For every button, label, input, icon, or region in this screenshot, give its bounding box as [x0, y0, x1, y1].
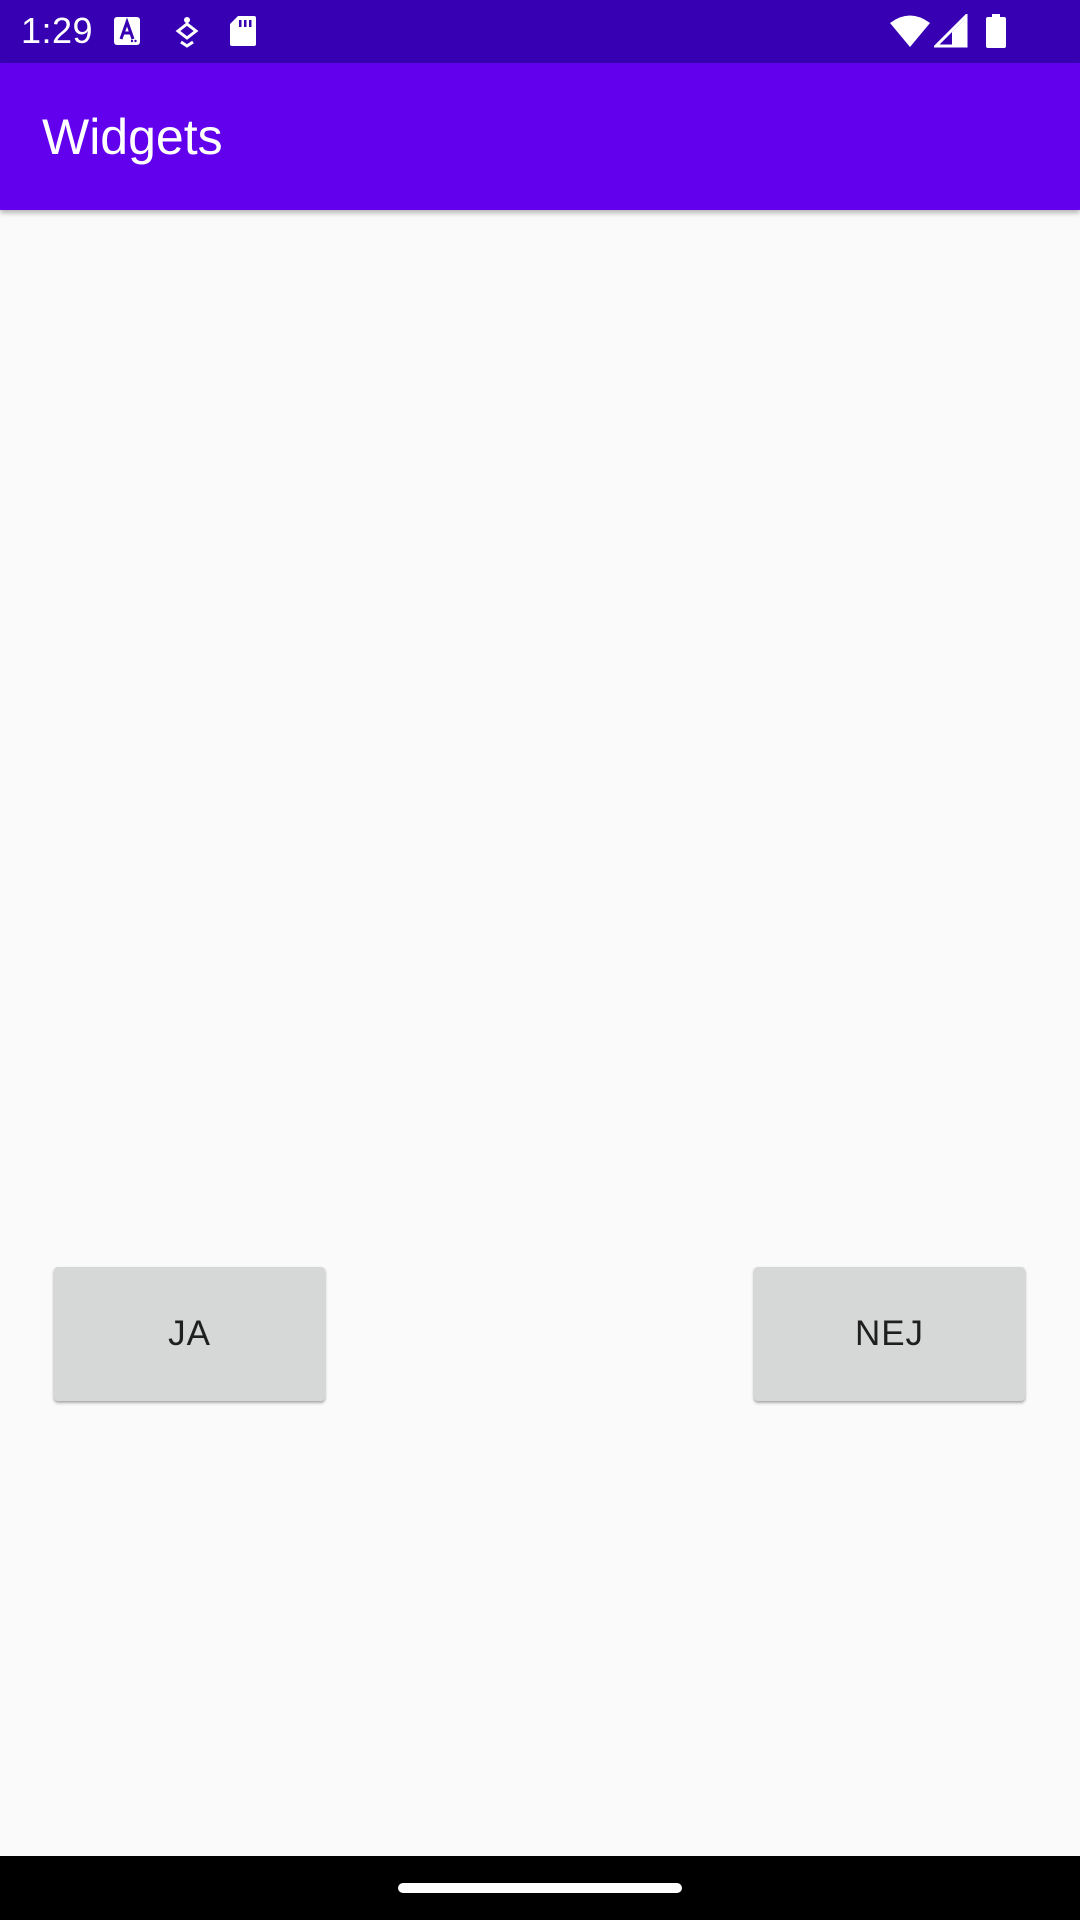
- sd-card-icon: [230, 16, 256, 46]
- cellular-signal-icon: [934, 14, 968, 48]
- nej-button[interactable]: NEJ: [754, 1267, 1025, 1401]
- wifi-icon: [890, 15, 930, 47]
- home-gesture-handle[interactable]: [398, 1883, 682, 1893]
- navigation-bar: [0, 1856, 1080, 1920]
- status-time: 1:29: [21, 10, 94, 51]
- font-download-icon: [114, 17, 140, 45]
- accessibility-icon: [175, 17, 199, 48]
- content-area: [0, 210, 1080, 1856]
- app-bar: Widgets: [0, 63, 1080, 210]
- ja-button[interactable]: JA: [54, 1267, 325, 1401]
- status-bar: 1:29: [0, 0, 1080, 63]
- battery-icon: [986, 14, 1006, 48]
- page-title: Widgets: [42, 109, 223, 165]
